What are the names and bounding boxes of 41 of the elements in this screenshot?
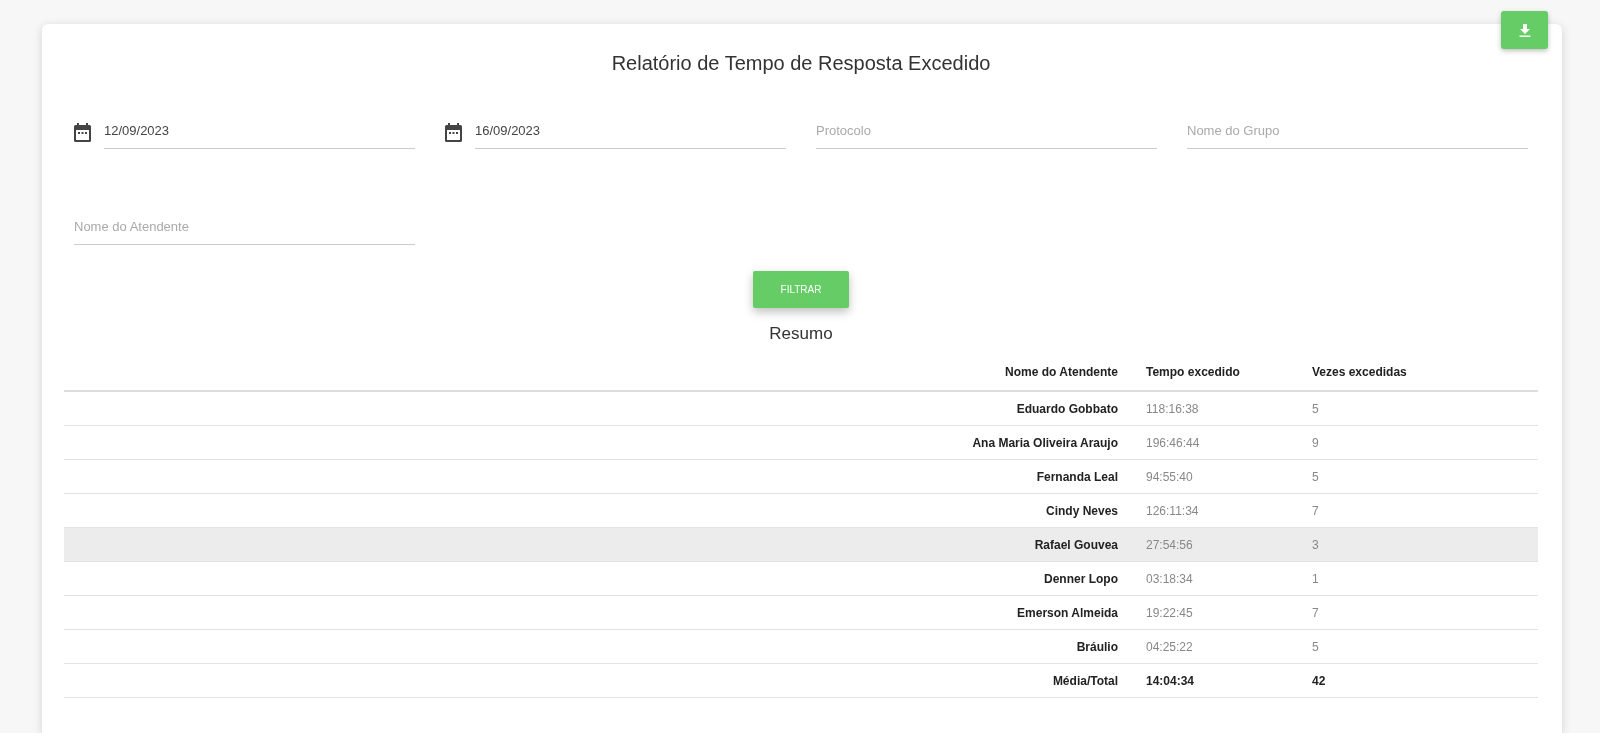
column-header: Tempo excedido: [1146, 354, 1312, 391]
table-cell: Emerson Almeida: [64, 595, 1146, 630]
table-cell: 27:54:56: [1146, 527, 1312, 562]
table-cell: 42: [1312, 663, 1538, 698]
table-cell: 03:18:34: [1146, 561, 1312, 596]
table-cell: 9: [1312, 425, 1538, 460]
download-icon: [1518, 23, 1531, 37]
column-header: Vezes excedidas: [1312, 354, 1538, 391]
text-field[interactable]: Nome do Grupo: [1187, 115, 1528, 149]
date-field[interactable]: 12/09/2023: [104, 115, 415, 149]
table-cell: 04:25:22: [1146, 629, 1312, 664]
table-cell: 196:46:44: [1146, 425, 1312, 460]
table-cell: 7: [1312, 493, 1538, 528]
column-header: Nome do Atendente: [64, 354, 1146, 391]
table-cell: Ana Maria Oliveira Araujo: [64, 425, 1146, 460]
table-cell: Eduardo Gobbato: [64, 391, 1146, 426]
report-title: Relatório de Tempo de Resposta Excedido: [610, 51, 992, 76]
table-cell: 5: [1312, 459, 1538, 494]
table-cell: 19:22:45: [1146, 595, 1312, 630]
date-field[interactable]: 16/09/2023: [475, 115, 786, 149]
table-cell: 5: [1312, 629, 1538, 664]
download-button[interactable]: [1501, 11, 1548, 49]
section-title: Resumo: [768, 324, 834, 344]
text-field[interactable]: Nome do Atendente: [74, 211, 415, 245]
calendar-icon: [74, 122, 91, 142]
table-cell: Bráulio: [64, 629, 1146, 664]
table-cell: Rafael Gouvea: [64, 527, 1146, 562]
table-cell: 14:04:34: [1146, 663, 1312, 698]
table-cell: 7: [1312, 595, 1538, 630]
table-cell: 3: [1312, 527, 1538, 562]
table-cell: Cindy Neves: [64, 493, 1146, 528]
table-cell: Fernanda Leal: [64, 459, 1146, 494]
table-cell: 94:55:40: [1146, 459, 1312, 494]
table-cell: 126:11:34: [1146, 493, 1312, 528]
calendar-icon: [445, 122, 462, 142]
table-cell: Denner Lopo: [64, 561, 1146, 596]
table-cell: 118:16:38: [1146, 391, 1312, 426]
table-cell: Média/Total: [64, 663, 1146, 698]
table-cell: 1: [1312, 561, 1538, 596]
text-field[interactable]: Protocolo: [816, 115, 1157, 149]
table-cell: 5: [1312, 391, 1538, 426]
